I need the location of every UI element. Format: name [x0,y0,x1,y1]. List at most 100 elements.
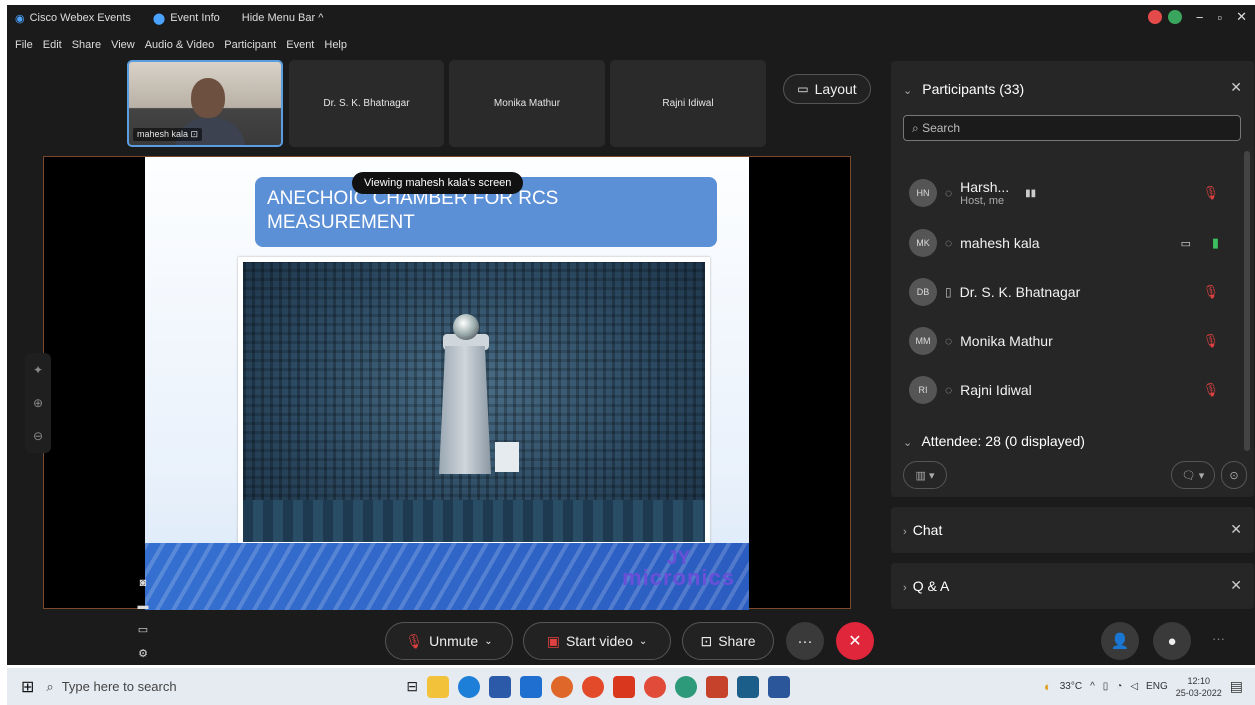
avatar: MK [909,229,937,257]
scrollbar[interactable] [1244,151,1250,451]
phone-icon: ▯ [945,285,952,299]
close-chat-button[interactable]: ✕ [1230,521,1242,538]
temperature[interactable]: 33°C [1060,681,1082,692]
participant-role: Host, me [960,195,1005,207]
participant-name: mahesh kala [960,235,1040,251]
small-block [495,442,519,472]
participants-panel: ⌄ Participants (33) ✕ ⌕ Search HN ◌ Hars… [891,61,1254,497]
mail-icon[interactable] [520,675,543,698]
webex-taskbar-icon[interactable] [737,675,760,698]
zoom-in-icon[interactable]: ⊕ [33,396,43,410]
logo-line-2: micronics [622,565,735,590]
avatar: HN [909,179,937,207]
language[interactable]: ENG [1146,681,1168,692]
menu-event[interactable]: Event [286,39,314,55]
start-video-button[interactable]: ▣ Start video ⌄ [523,622,671,660]
maximize-button[interactable]: ▫ [1217,10,1222,25]
start-video-label: Start video [565,633,633,649]
company-logo: JY micronics [622,549,735,590]
file-explorer-icon[interactable] [427,675,450,698]
volume-icon[interactable]: ◁ [1130,681,1138,692]
leave-meeting-button[interactable]: ✕ [836,622,874,660]
participant-row[interactable]: RI ◌ Rajni Idiwal 🎙 [903,370,1233,410]
chat-section[interactable]: › Chat ✕ [891,507,1254,553]
overflow-icon[interactable]: ··· [1212,631,1225,646]
status-red-icon [1147,10,1162,24]
presentation-slide: ANECHOIC CHAMBER FOR RCS MEASUREMENT Vie… [145,157,749,610]
reactions-button[interactable]: 🗨 ▾ [1171,461,1215,489]
taskbar-search[interactable]: ⌕ Type here to search [34,668,364,705]
notification-icon[interactable]: ▤ [1230,678,1243,695]
windows-start-icon[interactable]: ⊞ [21,677,34,697]
headset-icon: ◌ [945,186,953,200]
participant-search-input[interactable]: ⌕ Search [903,115,1241,141]
chevron-down-icon: ⌄ [903,85,919,97]
pointer-icon[interactable]: ✦ [33,363,43,377]
self-video-head [191,78,225,118]
settings-icon[interactable]: ⚙ [138,647,148,660]
battery-icon[interactable]: ▯ [1103,681,1109,692]
task-view-icon[interactable]: ⊟ [406,678,418,695]
video-icon: ▭ [1180,237,1191,250]
minimize-button[interactable]: − [1196,10,1204,25]
participant-row[interactable]: HN ◌ Harsh... Host, me ▮▮ 🎙 [903,173,1233,213]
app-icon[interactable] [675,675,698,698]
participants-header[interactable]: ⌄ Participants (33) [903,81,1024,97]
view-options-button[interactable]: ▥ ▾ [903,461,947,489]
hide-menu-bar-button[interactable]: Hide Menu Bar ^ [242,12,324,24]
menu-help[interactable]: Help [324,39,347,55]
share-label: Share [718,633,756,649]
mic-muted-icon: 🎙 [1202,284,1219,299]
share-button[interactable]: ⊡ Share [682,622,774,660]
zoom-out-icon[interactable]: ⊖ [33,429,43,443]
participant-row[interactable]: MK ◌ mahesh kala ▭ ▮ [903,223,1233,263]
self-video-tile[interactable]: mahesh kala ⊡ [127,60,283,147]
chevron-down-icon: ⌄ [484,635,493,647]
participant-row[interactable]: DB ▯ Dr. S. K. Bhatnagar 🎙 [903,272,1233,312]
close-window-button[interactable]: ✕ [1236,9,1247,25]
menu-edit[interactable]: Edit [43,39,62,55]
weather-icon: ◐ [1043,679,1052,694]
powerpoint-icon[interactable] [706,675,729,698]
chevron-up-icon[interactable]: ^ [1090,681,1095,692]
video-icon[interactable]: ▬ [138,600,149,612]
menu-share[interactable]: Share [72,39,101,55]
close-qa-button[interactable]: ✕ [1230,577,1242,594]
office-icon[interactable] [613,675,636,698]
chat-toggle-button[interactable]: ● [1153,622,1191,660]
layout-button[interactable]: ▭ Layout [783,74,871,104]
more-options-button[interactable]: ··· [786,622,824,660]
close-icon: ✕ [848,633,862,650]
menu-participant[interactable]: Participant [224,39,276,55]
video-tile-monika[interactable]: Monika Mathur [449,60,605,147]
edge-icon[interactable] [458,675,481,698]
menu-view[interactable]: View [111,39,135,55]
menu-audio-video[interactable]: Audio & Video [145,39,215,55]
wifi-icon[interactable]: ◔ [1116,681,1122,692]
video-tile-rajni[interactable]: Rajni Idiwal [610,60,766,147]
chrome-icon[interactable] [582,675,605,698]
unmute-button[interactable]: 🎙 Unmute ⌄ [385,622,513,660]
screen-icon[interactable]: ▭ [138,623,148,636]
video-tile-bhatnagar[interactable]: Dr. S. K. Bhatnagar [289,60,444,147]
chrome-profile-icon[interactable] [644,675,667,698]
store-icon[interactable] [489,675,512,698]
test-sphere [453,314,479,340]
hide-menu-label: Hide Menu Bar ^ [241,12,324,24]
qa-section[interactable]: › Q & A ✕ [891,563,1254,609]
app-title: ◉ Cisco Webex Events [15,12,131,25]
camera-icon[interactable]: ◙ [140,577,147,589]
clock[interactable]: 12:10 25-03-2022 [1176,675,1222,699]
word-icon[interactable] [768,675,791,698]
participant-name-block: Harsh... Host, me [960,179,1009,207]
attendee-header[interactable]: ⌄ Attendee: 28 (0 displayed) [903,433,1085,449]
participants-toggle-button[interactable]: 👤 [1101,622,1139,660]
event-info-button[interactable]: ⬤ Event Info [153,12,220,25]
chat-title: › Chat [903,522,942,538]
firefox-icon[interactable] [551,675,574,698]
menu-file[interactable]: File [15,39,33,55]
participant-row[interactable]: MM ◌ Monika Mathur 🎙 [903,321,1233,361]
date: 25-03-2022 [1175,687,1222,698]
more-participant-options-button[interactable]: ⊙ [1221,461,1247,489]
close-panel-button[interactable]: ✕ [1230,79,1242,96]
